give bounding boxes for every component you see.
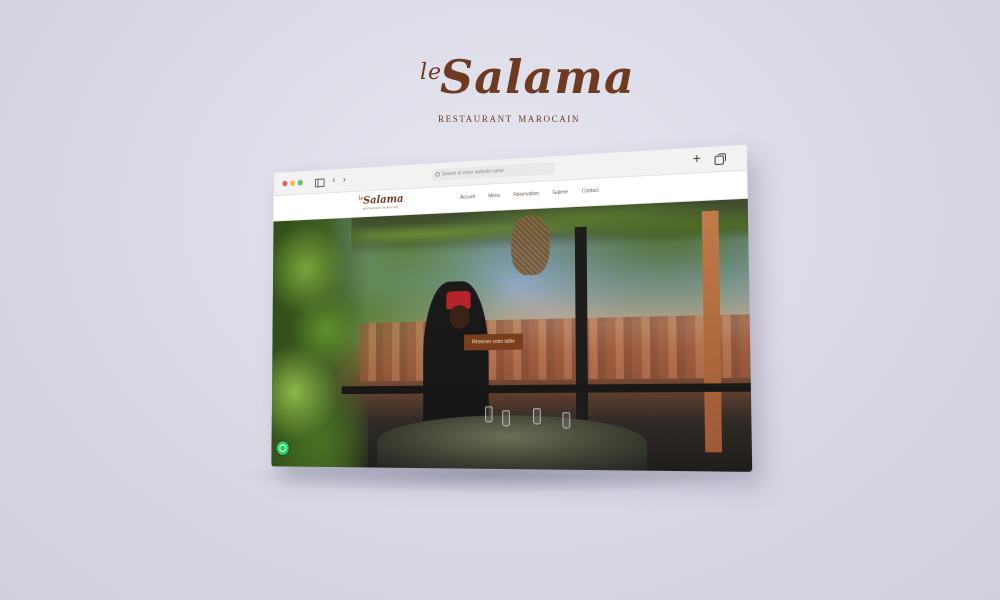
address-bar[interactable]: Search or enter website name	[432, 162, 555, 181]
whatsapp-icon[interactable]	[276, 441, 289, 455]
nav-menu[interactable]: Menu	[488, 193, 500, 200]
back-icon[interactable]: ‹	[332, 174, 335, 187]
hero-glass	[502, 410, 510, 427]
nav-galerie[interactable]: Galerie	[552, 189, 568, 196]
reserve-table-button[interactable]: Réserver votre table	[464, 333, 524, 351]
hero-city-rooftops	[359, 313, 753, 382]
hero-table	[377, 415, 648, 471]
nav-reservation[interactable]: Réservation	[513, 191, 539, 198]
site-logo[interactable]: le Salama RESTAURANT MAROCAIN	[359, 192, 404, 213]
nav-contact[interactable]: Contact	[582, 188, 599, 195]
maximize-window-button[interactable]	[297, 179, 303, 186]
site-logo-sub: RESTAURANT MAROCAIN	[363, 205, 399, 211]
site-nav: Accueil Menu Réservation Galerie Contact	[460, 188, 599, 201]
plus-icon[interactable]: +	[692, 149, 701, 166]
hero-glass	[532, 408, 541, 425]
hero-railing	[341, 383, 751, 395]
tabs-icon[interactable]	[714, 155, 725, 166]
hero-foliage	[271, 216, 370, 468]
mockup-stage: ‹ › Search or enter website name + le Sa…	[0, 0, 1000, 600]
hero-tower	[701, 210, 723, 453]
browser-window: ‹ › Search or enter website name + le Sa…	[271, 144, 753, 472]
hero-wicker-lamp	[510, 214, 550, 276]
hero-image: Réserver votre table	[271, 198, 753, 472]
search-icon	[435, 171, 440, 177]
nav-accueil[interactable]: Accueil	[460, 194, 475, 201]
site-logo-name: Salama	[363, 192, 404, 207]
forward-icon[interactable]: ›	[343, 173, 346, 186]
hero-glass	[562, 412, 571, 429]
address-placeholder: Search or enter website name	[441, 168, 504, 178]
minimize-window-button[interactable]	[289, 180, 296, 187]
sidebar-icon[interactable]	[314, 178, 325, 188]
hero-waiter-head	[449, 304, 470, 330]
hero-glass	[484, 406, 493, 423]
close-window-button[interactable]	[282, 180, 288, 187]
